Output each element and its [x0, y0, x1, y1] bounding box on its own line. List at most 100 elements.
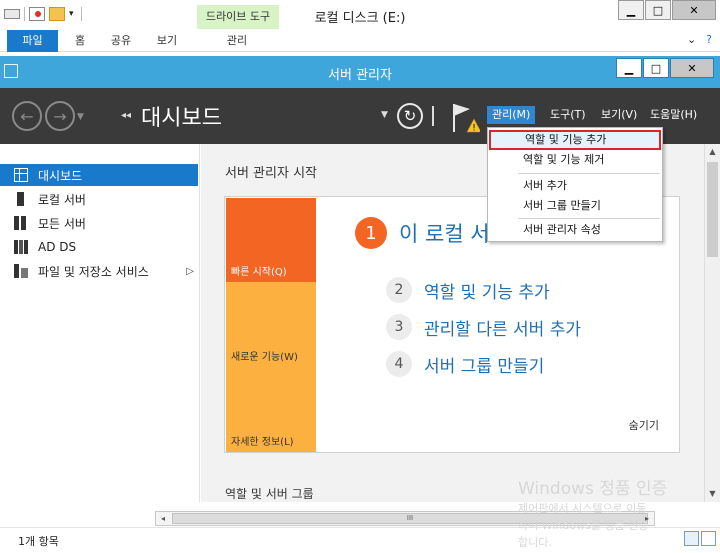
refresh-dropdown-icon[interactable]: ▼: [381, 110, 388, 120]
step-number-badge: 2: [386, 277, 412, 303]
menu-manage[interactable]: 관리(M): [487, 106, 536, 124]
menu-item-server-manager-properties[interactable]: 서버 관리자 속성: [489, 220, 661, 240]
tile-learn-more[interactable]: 자세한 정보(L): [226, 367, 316, 452]
tab-share[interactable]: 공유: [104, 30, 138, 52]
close-button[interactable]: ✕: [670, 58, 714, 78]
menu-item-remove-roles-features[interactable]: 역할 및 기능 제거: [489, 150, 661, 170]
breadcrumb-chevron-icon: ◂◂: [121, 110, 132, 121]
sidebar-item-label: 로컬 서버: [38, 192, 86, 207]
ribbon-right-controls: ⌄ ?: [687, 33, 712, 46]
tab-home[interactable]: 홈: [66, 30, 94, 52]
hide-welcome-link[interactable]: 숨기기: [629, 417, 659, 433]
large-icons-view-icon[interactable]: [701, 531, 716, 546]
expand-chevron-icon[interactable]: ▷: [186, 266, 194, 277]
step-link[interactable]: 관리할 다른 서버 추가: [424, 315, 581, 340]
step-link[interactable]: 서버 그룹 만들기: [424, 352, 544, 377]
qat-dropdown-icon[interactable]: ▾: [69, 7, 77, 21]
view-switcher: [684, 531, 716, 546]
sidebar-item-label: 대시보드: [38, 168, 83, 183]
scroll-left-icon[interactable]: ◂: [156, 512, 170, 525]
scroll-thumb[interactable]: [707, 162, 718, 257]
forward-arrow-icon: →: [53, 106, 67, 126]
servers-icon: [14, 216, 28, 230]
explorer-status-bar: 1개 항목: [0, 527, 720, 553]
server-manager-window-title: 서버 관리자: [328, 68, 392, 83]
step-link[interactable]: 역할 및 기능 추가: [424, 278, 550, 303]
sidebar-item-ad-ds[interactable]: AD DS: [0, 236, 198, 258]
maximize-button[interactable]: □: [645, 0, 671, 20]
step-link[interactable]: 이 로컬 서: [399, 218, 490, 248]
step-number-badge: 4: [386, 351, 412, 377]
help-icon[interactable]: ?: [706, 33, 712, 46]
drive-tools-context-tab[interactable]: 드라이브 도구: [197, 5, 279, 29]
sidebar-item-label: 파일 및 저장소 서비스: [38, 264, 149, 279]
dashboard-icon: [14, 168, 28, 182]
scroll-up-icon[interactable]: ▲: [705, 144, 720, 160]
sidebar-item-all-servers[interactable]: 모든 서버: [0, 212, 198, 234]
maximize-button[interactable]: □: [643, 58, 669, 78]
scroll-right-icon[interactable]: ▸: [640, 512, 654, 525]
refresh-icon: ↻: [403, 107, 417, 125]
sidebar-item-dashboard[interactable]: 대시보드: [0, 164, 198, 186]
notifications-flag-icon[interactable]: !: [450, 100, 480, 136]
server-manager-window-controls: ▁ □ ✕: [615, 58, 714, 78]
step-number-badge: 3: [386, 314, 412, 340]
ribbon-expand-icon[interactable]: ⌄: [687, 33, 696, 46]
menu-help[interactable]: 도움말(H): [645, 106, 702, 124]
roles-section-title: 역할 및 서버 그룹: [225, 487, 314, 501]
explorer-ribbon-tabs: 파일 홈 공유 보기 관리 ⌄ ?: [0, 30, 720, 52]
breadcrumb-title: 대시보드: [141, 106, 222, 131]
tile-quick-start[interactable]: 빠른 시작(Q): [226, 198, 316, 282]
sidebar-item-file-storage[interactable]: 파일 및 저장소 서비스 ▷: [0, 260, 198, 282]
sidebar-item-label: 모든 서버: [38, 216, 86, 231]
menu-separator: [518, 218, 660, 219]
qat-separator: [24, 7, 25, 21]
server-manager-sidebar: 대시보드 로컬 서버 모든 서버 AD DS 파일 및 저장소 서비스 ▷: [0, 144, 200, 502]
menu-item-add-roles-features[interactable]: 역할 및 기능 추가: [489, 130, 661, 150]
explorer-window-title: 로컬 디스크 (E:): [314, 11, 406, 26]
back-button[interactable]: ←: [12, 101, 42, 131]
quick-access-toolbar: ▾: [4, 7, 82, 21]
svg-text:!: !: [472, 124, 476, 134]
new-folder-icon[interactable]: [49, 7, 65, 21]
details-view-icon[interactable]: [684, 531, 699, 546]
sidebar-item-local-server[interactable]: 로컬 서버: [0, 188, 198, 210]
minimize-button[interactable]: ▁: [618, 0, 644, 20]
drive-icon[interactable]: [4, 9, 20, 19]
server-manager-titlebar: 서버 관리자 ▁ □ ✕: [0, 56, 720, 88]
scroll-thumb[interactable]: III: [172, 513, 648, 524]
tab-file[interactable]: 파일: [7, 30, 58, 52]
menu-item-create-server-group[interactable]: 서버 그룹 만들기: [489, 196, 661, 216]
sidebar-item-label: AD DS: [38, 240, 77, 254]
minimize-button[interactable]: ▁: [616, 58, 642, 78]
step-configure-local-server[interactable]: 1 이 로컬 서: [355, 217, 490, 249]
welcome-section-title: 서버 관리자 시작: [225, 166, 317, 181]
refresh-button[interactable]: ↻: [397, 103, 423, 129]
history-dropdown-icon[interactable]: ▼: [77, 112, 84, 122]
tab-view[interactable]: 보기: [150, 30, 184, 52]
toolbar-separator: [432, 106, 434, 126]
step-add-roles[interactable]: 2 역할 및 기능 추가: [386, 277, 550, 303]
server-icon: [17, 192, 24, 206]
properties-icon[interactable]: [29, 7, 45, 21]
file-storage-icon: [14, 264, 28, 278]
qat-separator: [81, 7, 82, 21]
step-add-servers[interactable]: 3 관리할 다른 서버 추가: [386, 314, 581, 340]
forward-button[interactable]: →: [45, 101, 75, 131]
menu-view[interactable]: 보기(V): [596, 106, 642, 124]
tile-whats-new[interactable]: 새로운 기능(W): [226, 282, 316, 367]
scroll-down-icon[interactable]: ▼: [705, 486, 720, 502]
explorer-horizontal-scrollbar[interactable]: ◂ III ▸: [155, 511, 655, 526]
explorer-titlebar: ▾ 드라이브 도구 로컬 디스크 (E:) ▁ □ ✕: [0, 0, 720, 30]
step-create-server-group[interactable]: 4 서버 그룹 만들기: [386, 351, 544, 377]
content-vertical-scrollbar[interactable]: ▲ ▼: [704, 144, 720, 502]
back-arrow-icon: ←: [20, 106, 34, 126]
ad-ds-icon: [14, 240, 28, 254]
close-button[interactable]: ✕: [672, 0, 716, 20]
menu-tools[interactable]: 도구(T): [545, 106, 591, 124]
tab-manage[interactable]: 관리: [212, 30, 262, 52]
step-number-badge: 1: [355, 217, 387, 249]
menu-item-add-servers[interactable]: 서버 추가: [489, 176, 661, 196]
explorer-window-controls: ▁ □ ✕: [617, 0, 716, 20]
item-count: 1개 항목: [18, 535, 59, 548]
